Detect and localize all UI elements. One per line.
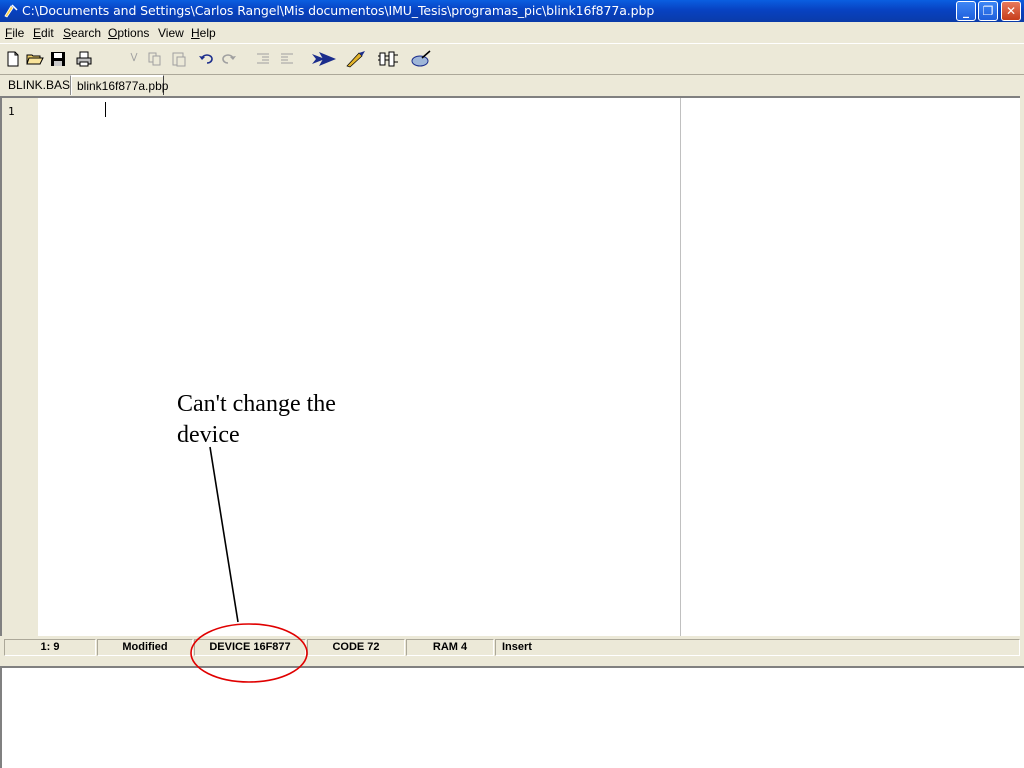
status-insert-mode: Insert [495,639,1020,656]
menu-help-label: elp [199,26,216,40]
maximize-button[interactable]: ❐ [978,1,998,21]
right-margin-line [680,98,681,636]
menu-edit[interactable]: Edit [33,26,54,40]
menu-help-accel: H [191,26,200,40]
copy-icon[interactable] [146,50,164,68]
minimize-button[interactable]: _ [956,1,976,21]
menu-edit-label: dit [41,26,54,40]
tab-bar: BLINK.BAS blink16f877a.pbp [0,75,1024,96]
undo-icon[interactable] [197,50,215,68]
outdent-icon[interactable] [278,50,296,68]
title-bar: C:\Documents and Settings\Carlos Rangel\… [0,0,1024,22]
window-title: C:\Documents and Settings\Carlos Rangel\… [22,3,655,18]
menu-file[interactable]: File [5,26,24,40]
menu-view-label: View [158,26,184,40]
close-button[interactable]: ✕ [1001,1,1021,21]
open-folder-icon[interactable] [26,50,44,68]
save-icon[interactable] [49,50,67,68]
status-cursor-position: 1: 9 [4,639,96,656]
menu-search-label: earch [71,26,102,40]
compile-program-icon[interactable] [345,50,367,68]
annotation-line-2: device [177,422,240,448]
programmer-icon[interactable] [377,50,399,68]
paste-icon[interactable] [170,50,188,68]
menu-options-accel: O [108,26,118,40]
compile-arrow-icon[interactable] [311,50,337,68]
line-number-gutter: 1 [2,98,38,636]
annotation-line-1: Can't change the [177,391,336,417]
code-editor[interactable]: 1 [0,96,1020,636]
annotation-text: Can't change the device [177,389,397,451]
status-ram: RAM 4 [406,639,494,656]
text-caret [105,102,106,117]
menu-edit-accel: E [33,26,42,40]
redo-icon[interactable] [220,50,238,68]
menu-search-accel: S [63,26,72,40]
menu-search[interactable]: Search [63,26,101,40]
menu-help[interactable]: Help [191,26,216,40]
menu-options-label: ptions [117,26,150,40]
toolbar [0,43,1024,75]
print-icon[interactable] [75,50,93,68]
menu-file-label: ile [12,26,25,40]
cut-icon[interactable] [125,50,143,68]
status-device: DEVICE 16F877 [194,639,306,656]
status-modified: Modified [97,639,193,656]
new-file-icon[interactable] [4,50,22,68]
menu-options[interactable]: Options [108,26,149,40]
app-icon[interactable] [3,3,19,19]
device-chip-icon[interactable] [410,50,432,68]
tab-blink-bas[interactable]: BLINK.BAS [2,75,70,95]
status-bar: 1: 9 Modified DEVICE 16F877 CODE 72 RAM … [0,636,1024,660]
output-panel[interactable] [0,666,1024,768]
indent-icon[interactable] [254,50,272,68]
tab-blink16f877a-pbp[interactable]: blink16f877a.pbp [70,75,168,95]
line-number: 1 [8,105,15,118]
menu-view[interactable]: View [158,26,184,40]
status-code-size: CODE 72 [307,639,405,656]
menu-bar: File Edit Search Options View Help [0,22,1024,43]
